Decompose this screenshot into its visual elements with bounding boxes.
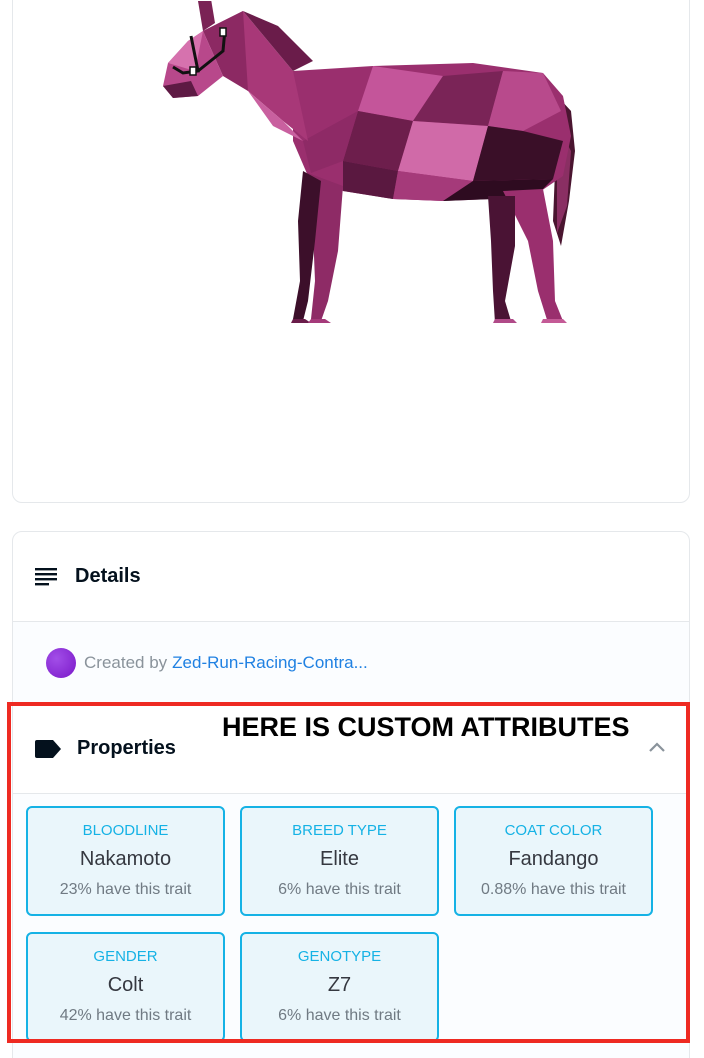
nft-image-card — [12, 0, 690, 503]
trait-type: BREED TYPE — [292, 822, 387, 839]
properties-title: Properties — [77, 737, 176, 759]
trait-value: Z7 — [327, 974, 352, 996]
trait-type: GENDER — [93, 948, 158, 965]
trait-rarity: 6% have this trait — [278, 1007, 401, 1024]
created-by-row: Created by Zed-Run-Racing-Contra... — [13, 622, 689, 704]
trait-type: GENOTYPE — [297, 948, 382, 965]
tag-icon — [35, 739, 61, 758]
trait-rarity: 23% have this trait — [59, 881, 192, 898]
horse-image — [143, 0, 593, 331]
trait-card-coat-color[interactable]: COAT COLOR Fandango 0.88% have this trai… — [454, 806, 653, 916]
details-title: Details — [75, 565, 141, 587]
annotation-label: HERE IS CUSTOM ATTRIBUTES — [222, 712, 630, 742]
trait-value: Colt — [107, 974, 144, 996]
trait-card-bloodline[interactable]: BLOODLINE Nakamoto 23% have this trait — [26, 806, 225, 916]
created-by-label: Created by — [84, 652, 168, 672]
trait-value: Fandango — [508, 848, 599, 870]
trait-card-gender[interactable]: GENDER Colt 42% have this trait — [26, 932, 225, 1042]
creator-link[interactable]: Zed-Run-Racing-Contra... — [172, 653, 368, 673]
trait-card-breed-type[interactable]: BREED TYPE Elite 6% have this trait — [240, 806, 439, 916]
trait-value: Nakamoto — [79, 848, 172, 870]
trait-value: Elite — [320, 848, 359, 870]
chevron-up-icon[interactable] — [647, 740, 667, 754]
trait-type: COAT COLOR — [504, 822, 603, 839]
trait-card-genotype[interactable]: GENOTYPE Z7 6% have this trait — [240, 932, 439, 1042]
lines-icon — [35, 567, 57, 585]
details-header[interactable]: Details — [13, 532, 689, 622]
trait-rarity: 42% have this trait — [59, 1007, 192, 1024]
trait-type: BLOODLINE — [82, 822, 169, 839]
trait-rarity: 0.88% have this trait — [481, 881, 626, 898]
trait-rarity: 6% have this trait — [278, 881, 401, 898]
creator-avatar[interactable] — [46, 647, 76, 678]
